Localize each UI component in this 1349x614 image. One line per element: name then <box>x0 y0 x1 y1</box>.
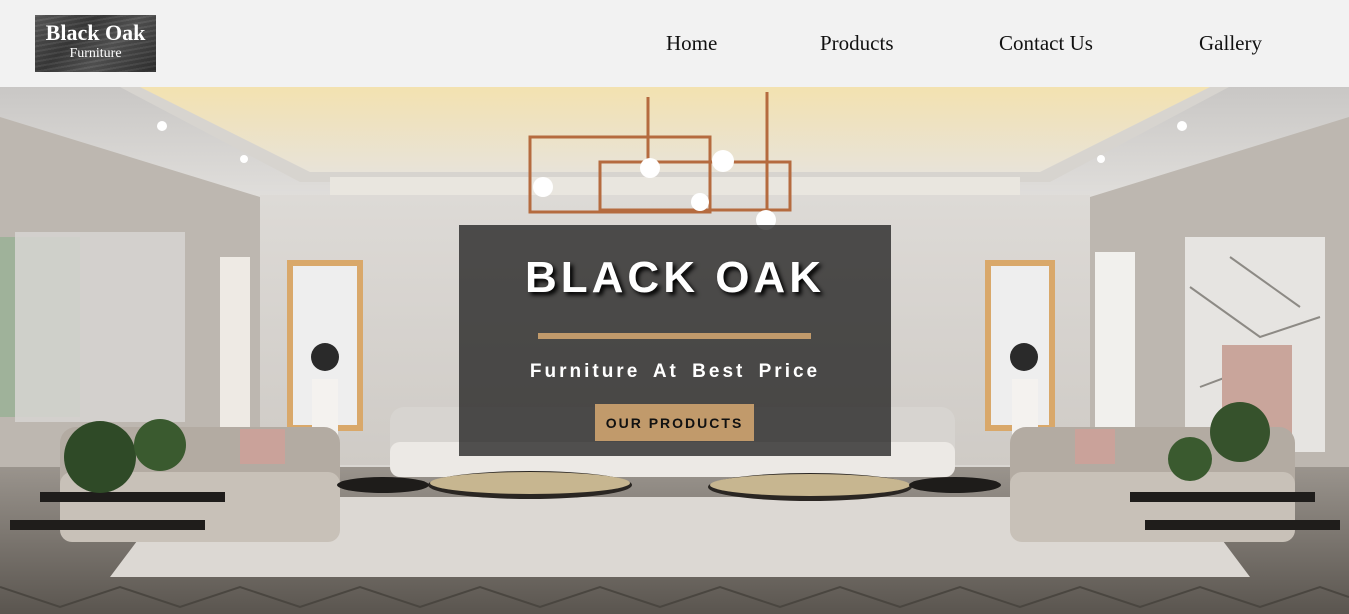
nav-gallery-link[interactable]: Gallery <box>1199 31 1262 55</box>
brand-logo[interactable]: Black Oak Furniture <box>35 15 156 72</box>
our-products-button[interactable]: OUR PRODUCTS <box>595 404 754 441</box>
hero-subtitle: Furniture At Best Price <box>529 361 821 382</box>
nav-home-link[interactable]: Home <box>666 31 717 55</box>
hero-overlay-panel: BLACK OAK Furniture At Best Price OUR PR… <box>459 225 891 456</box>
nav-products-link[interactable]: Products <box>820 31 894 55</box>
nav-contact-link[interactable]: Contact Us <box>999 31 1093 55</box>
hero-banner: BLACK OAK Furniture At Best Price OUR PR… <box>0 87 1349 614</box>
hero-divider <box>538 333 811 339</box>
logo-subtitle: Furniture <box>69 46 122 61</box>
hero-title: BLACK OAK <box>525 253 825 302</box>
logo-title: Black Oak <box>45 20 146 45</box>
site-header: Black Oak Furniture Home Products Contac… <box>0 0 1349 87</box>
